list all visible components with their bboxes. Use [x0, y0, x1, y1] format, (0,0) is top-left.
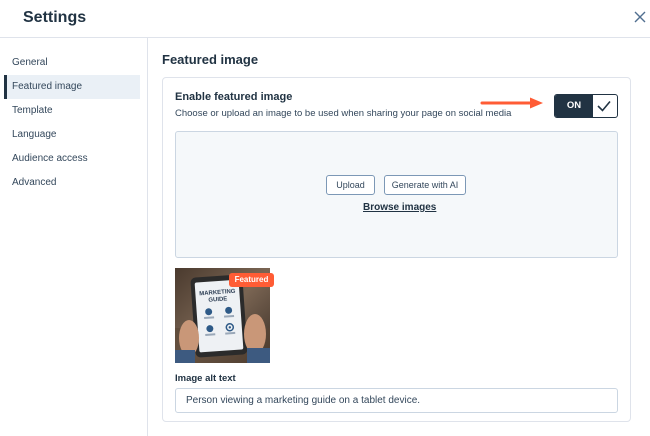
generate-with-ai-button[interactable]: Generate with AI	[384, 175, 466, 195]
featured-badge: Featured	[229, 273, 274, 287]
image-alt-text-input[interactable]	[175, 388, 618, 413]
page-title: Settings	[23, 9, 87, 26]
settings-header: Settings	[0, 0, 650, 38]
checkmark-icon	[597, 100, 611, 112]
image-alt-text-label: Image alt text	[175, 373, 236, 384]
sidebar-item-featured-image[interactable]: Featured image	[4, 75, 140, 99]
toggle-on-label: ON	[555, 95, 593, 117]
browse-images-link[interactable]: Browse images	[363, 202, 436, 213]
enable-featured-image-description: Choose or upload an image to be used whe…	[175, 108, 512, 119]
sidebar-item-language[interactable]: Language	[4, 123, 140, 147]
sidebar-item-general[interactable]: General	[4, 51, 140, 75]
arrow-right-icon	[480, 97, 543, 109]
sidebar-item-template[interactable]: Template	[4, 99, 140, 123]
featured-image-toggle[interactable]: ON	[554, 94, 618, 118]
sidebar-item-advanced[interactable]: Advanced	[4, 171, 140, 195]
enable-featured-image-label: Enable featured image	[175, 91, 293, 103]
settings-sidebar: General Featured image Template Language…	[0, 38, 148, 436]
close-icon[interactable]	[632, 9, 648, 25]
sidebar-item-audience-access[interactable]: Audience access	[4, 147, 140, 171]
upload-button[interactable]: Upload	[326, 175, 375, 195]
section-title: Featured image	[162, 52, 259, 67]
